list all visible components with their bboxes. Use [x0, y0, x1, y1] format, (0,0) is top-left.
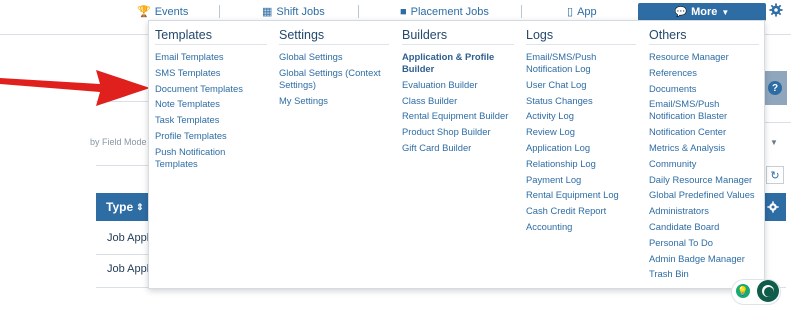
- menu-item-rental-equipment-builder[interactable]: Rental Equipment Builder: [402, 110, 518, 122]
- menu-item-administrators[interactable]: Administrators: [649, 205, 761, 217]
- page-divider: [96, 165, 151, 166]
- menu-item-global-settings[interactable]: Global Settings: [279, 51, 391, 63]
- column-divider: [649, 44, 759, 45]
- more-dropdown-menu: Templates Email Templates SMS Templates …: [148, 20, 765, 289]
- menu-item-review-log[interactable]: Review Log: [526, 126, 634, 138]
- menu-item-rental-equipment-log[interactable]: Rental Equipment Log: [526, 189, 634, 201]
- menu-item-evaluation-builder[interactable]: Evaluation Builder: [402, 79, 518, 91]
- table-row[interactable]: Job Appl: [107, 232, 149, 244]
- settings-heading: Settings: [279, 28, 325, 42]
- lightbulb-icon[interactable]: 💡: [736, 284, 750, 298]
- menu-item-task-templates[interactable]: Task Templates: [155, 114, 267, 126]
- briefcase-icon: ■: [400, 5, 407, 18]
- sort-icon: ⇕: [136, 201, 144, 212]
- nav-placement-jobs[interactable]: ■ Placement Jobs: [400, 4, 489, 20]
- logs-list: Email/SMS/Push Notification Log User Cha…: [526, 51, 634, 237]
- table-row[interactable]: Job Appl: [107, 263, 149, 275]
- menu-item-global-predefined-values[interactable]: Global Predefined Values: [649, 189, 761, 201]
- menu-item-community[interactable]: Community: [649, 158, 761, 170]
- logs-heading: Logs: [526, 28, 554, 42]
- builders-heading: Builders: [402, 28, 448, 42]
- field-mode-label: by Field Mode: [90, 137, 147, 147]
- phone-icon: ▯: [567, 5, 574, 18]
- menu-item-document-templates[interactable]: Document Templates: [155, 83, 267, 95]
- column-divider: [279, 44, 389, 45]
- chat-icon: 💬: [674, 6, 688, 18]
- menu-item-push-notification-templates[interactable]: Push Notification Templates: [155, 146, 235, 170]
- menu-item-references[interactable]: References: [649, 67, 761, 79]
- templates-list: Email Templates SMS Templates Document T…: [155, 51, 267, 174]
- menu-item-personal-to-do[interactable]: Personal To Do: [649, 237, 761, 249]
- red-arrow-annotation: [0, 70, 150, 106]
- table-header-actions: [764, 193, 786, 221]
- others-heading: Others: [649, 28, 687, 42]
- nav-divider: [219, 5, 220, 18]
- column-divider: [526, 44, 636, 45]
- page-divider: [765, 122, 791, 123]
- menu-item-application-log[interactable]: Application Log: [526, 142, 634, 154]
- caret-down-icon: ▼: [721, 7, 730, 17]
- menu-item-note-templates[interactable]: Note Templates: [155, 98, 267, 110]
- templates-heading: Templates: [155, 28, 212, 42]
- menu-item-my-settings[interactable]: My Settings: [279, 95, 391, 107]
- column-divider: [155, 44, 267, 45]
- more-button-label: More: [691, 6, 718, 18]
- menu-item-email-templates[interactable]: Email Templates: [155, 51, 267, 63]
- nav-divider: [521, 5, 522, 18]
- help-icon[interactable]: ?: [768, 81, 782, 95]
- nav-shift-jobs[interactable]: ▦ Shift Jobs: [262, 4, 325, 20]
- gear-icon[interactable]: [767, 201, 779, 213]
- menu-item-product-shop-builder[interactable]: Product Shop Builder: [402, 126, 518, 138]
- builders-list: Application & Profile Builder Evaluation…: [402, 51, 518, 158]
- menu-item-cash-credit-report[interactable]: Cash Credit Report: [526, 205, 634, 217]
- chat-widget-core: [764, 287, 774, 297]
- menu-item-class-builder[interactable]: Class Builder: [402, 95, 518, 107]
- menu-item-payment-log[interactable]: Payment Log: [526, 174, 634, 186]
- menu-item-user-chat-log[interactable]: User Chat Log: [526, 79, 634, 91]
- nav-events-label: Events: [154, 6, 189, 18]
- calendar-icon: ▦: [262, 5, 273, 18]
- nav-events[interactable]: 🏆 Events: [137, 4, 188, 20]
- table-row-divider: [96, 254, 151, 255]
- menu-item-notification-blaster[interactable]: Email/SMS/Push Notification Blaster: [649, 98, 739, 122]
- menu-item-activity-log[interactable]: Activity Log: [526, 110, 634, 122]
- menu-item-daily-resource-manager[interactable]: Daily Resource Manager: [649, 174, 761, 186]
- others-list: Resource Manager References Documents Em…: [649, 51, 761, 284]
- menu-item-application-profile-builder[interactable]: Application & Profile Builder: [402, 51, 498, 75]
- menu-item-resource-manager[interactable]: Resource Manager: [649, 51, 761, 63]
- menu-item-metrics-analysis[interactable]: Metrics & Analysis: [649, 142, 761, 154]
- table-header-type[interactable]: Type ⇕: [96, 193, 148, 221]
- caret-down-icon[interactable]: ▼: [770, 138, 778, 147]
- menu-item-email-sms-push-log[interactable]: Email/SMS/Push Notification Log: [526, 51, 606, 75]
- menu-item-global-settings-context[interactable]: Global Settings (Context Settings): [279, 67, 391, 91]
- nav-app-label: App: [577, 6, 597, 18]
- trophy-icon: 🏆: [137, 5, 151, 18]
- nav-shift-jobs-label: Shift Jobs: [276, 6, 325, 18]
- menu-item-sms-templates[interactable]: SMS Templates: [155, 67, 267, 79]
- menu-item-notification-center[interactable]: Notification Center: [649, 126, 761, 138]
- refresh-icon[interactable]: ↻: [766, 166, 784, 184]
- gear-icon[interactable]: [769, 3, 783, 17]
- menu-item-gift-card-builder[interactable]: Gift Card Builder: [402, 142, 518, 154]
- nav-placement-jobs-label: Placement Jobs: [410, 6, 489, 18]
- menu-item-relationship-log[interactable]: Relationship Log: [526, 158, 634, 170]
- nav-app[interactable]: ▯ App: [567, 4, 597, 20]
- settings-list: Global Settings Global Settings (Context…: [279, 51, 391, 110]
- menu-item-documents[interactable]: Documents: [649, 83, 761, 95]
- menu-item-admin-badge-manager[interactable]: Admin Badge Manager: [649, 253, 761, 265]
- nav-divider: [358, 5, 359, 18]
- more-button[interactable]: 💬 More ▼: [638, 3, 766, 21]
- column-divider: [402, 44, 514, 45]
- type-header-label: Type: [106, 200, 134, 214]
- menu-item-profile-templates[interactable]: Profile Templates: [155, 130, 267, 142]
- menu-item-candidate-board[interactable]: Candidate Board: [649, 221, 761, 233]
- menu-item-accounting[interactable]: Accounting: [526, 221, 634, 233]
- menu-item-status-changes[interactable]: Status Changes: [526, 95, 634, 107]
